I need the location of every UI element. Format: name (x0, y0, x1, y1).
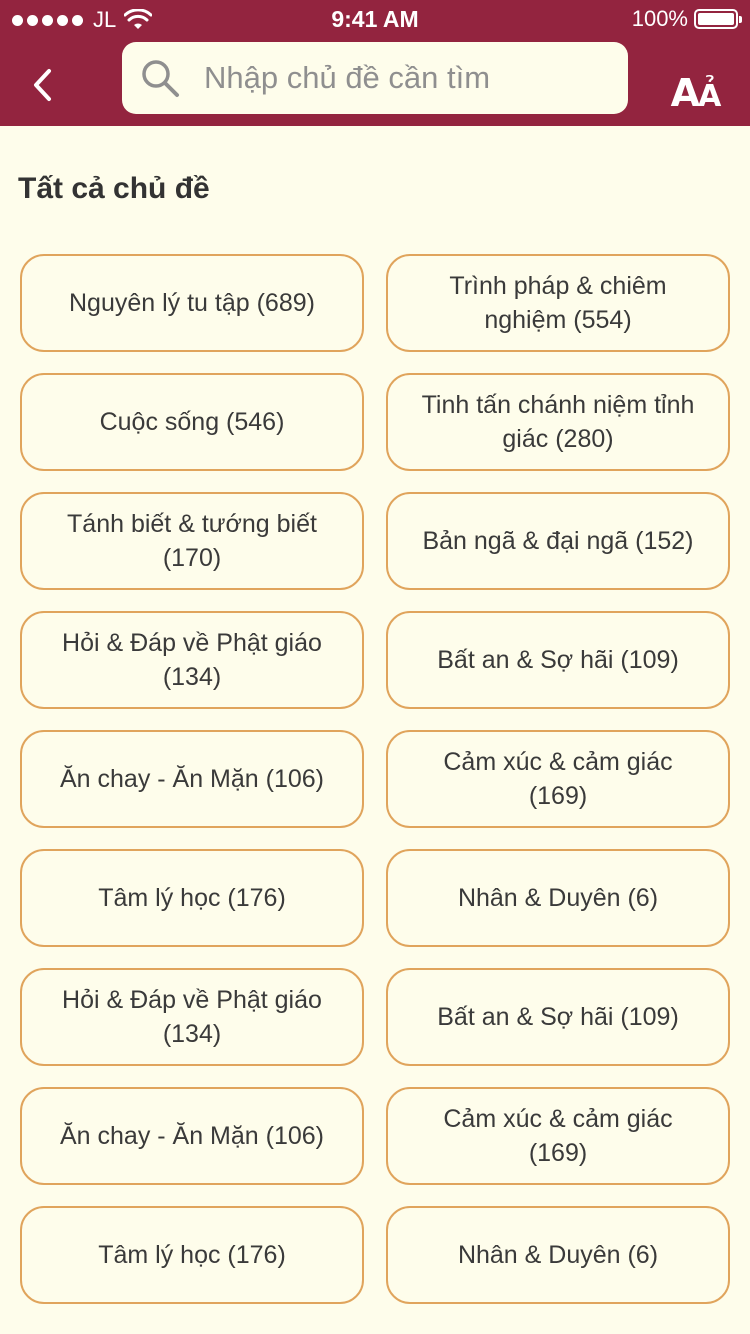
font-size-button[interactable]: A Ả (670, 60, 722, 112)
topic-chip[interactable]: Trình pháp & chiêm nghiệm (554) (386, 254, 730, 352)
battery-fill (698, 13, 734, 25)
topic-label: Bản ngã & đại ngã (152) (422, 527, 694, 555)
topic-label: Tâm lý học (176) (98, 1241, 286, 1269)
battery-icon (694, 9, 742, 29)
topic-chip[interactable]: Ăn chay - Ăn Mặn (106) (20, 1087, 364, 1185)
topic-label: Bất an & Sợ hãi (109) (437, 646, 679, 674)
section-title: Tất cả chủ đề (18, 172, 210, 205)
topic-chip[interactable]: Bất an & Sợ hãi (109) (386, 968, 730, 1066)
topic-label: Cảm xúc & cảm giác (169) (443, 1105, 673, 1167)
search-icon (142, 60, 179, 97)
topic-grid: Nguyên lý tu tập (689) Trình pháp & chiê… (20, 254, 730, 1304)
topic-label: Nhân & Duyên (6) (457, 884, 659, 912)
topic-chip[interactable]: Bản ngã & đại ngã (152) (386, 492, 730, 590)
topic-label: Bất an & Sợ hãi (109) (437, 1003, 679, 1031)
status-bar: JL 9:41 AM 100% (0, 0, 750, 40)
topic-chip[interactable]: Cuộc sống (546) (20, 373, 364, 471)
topic-chip[interactable]: Nguyên lý tu tập (689) (20, 254, 364, 352)
search-bar[interactable] (122, 42, 628, 114)
topic-label: Ăn chay - Ăn Mặn (106) (59, 1122, 324, 1150)
battery-percent: 100% (631, 6, 688, 31)
back-button[interactable] (20, 60, 64, 110)
status-right: 100% (631, 6, 742, 32)
topic-label: Ăn chay - Ăn Mặn (106) (59, 765, 324, 793)
topic-chip[interactable]: Cảm xúc & cảm giác (169) (386, 1087, 730, 1185)
topic-chip[interactable]: Tâm lý học (176) (20, 849, 364, 947)
topic-label: Hỏi & Đáp về Phật giáo (134) (62, 629, 322, 691)
topic-label: Tinh tấn chánh niệm tỉnh giác (280) (421, 391, 695, 453)
top-bar: JL 9:41 AM 100% A Ả (0, 0, 750, 126)
topic-label: Tánh biết & tướng biết (170) (67, 510, 317, 572)
topic-chip[interactable]: Tâm lý học (176) (20, 1206, 364, 1304)
battery-tip (739, 16, 742, 23)
topic-label: Nguyên lý tu tập (689) (69, 289, 315, 317)
topic-chip[interactable]: Hỏi & Đáp về Phật giáo (134) (20, 968, 364, 1066)
topic-chip[interactable]: Nhân & Duyên (6) (386, 849, 730, 947)
topic-label: Cuộc sống (546) (99, 408, 285, 436)
topic-chip[interactable]: Hỏi & Đáp về Phật giáo (134) (20, 611, 364, 709)
topic-chip[interactable]: Ăn chay - Ăn Mặn (106) (20, 730, 364, 828)
topic-chip[interactable]: Nhân & Duyên (6) (386, 1206, 730, 1304)
topic-label: Nhân & Duyên (6) (457, 1241, 659, 1269)
topic-label: Tâm lý học (176) (98, 884, 286, 912)
topic-label: Trình pháp & chiêm nghiệm (554) (449, 272, 667, 334)
topic-label: Hỏi & Đáp về Phật giáo (134) (62, 986, 322, 1048)
topic-chip[interactable]: Bất an & Sợ hãi (109) (386, 611, 730, 709)
topic-chip[interactable]: Tinh tấn chánh niệm tỉnh giác (280) (386, 373, 730, 471)
search-input[interactable] (202, 59, 606, 97)
topic-label: Cảm xúc & cảm giác (169) (443, 748, 673, 810)
topic-chip[interactable]: Cảm xúc & cảm giác (169) (386, 730, 730, 828)
chevron-left-icon (34, 69, 51, 101)
font-size-big-letter: A (670, 71, 700, 115)
topic-chip[interactable]: Tánh biết & tướng biết (170) (20, 492, 364, 590)
font-size-small-letter: Ả (698, 79, 722, 114)
